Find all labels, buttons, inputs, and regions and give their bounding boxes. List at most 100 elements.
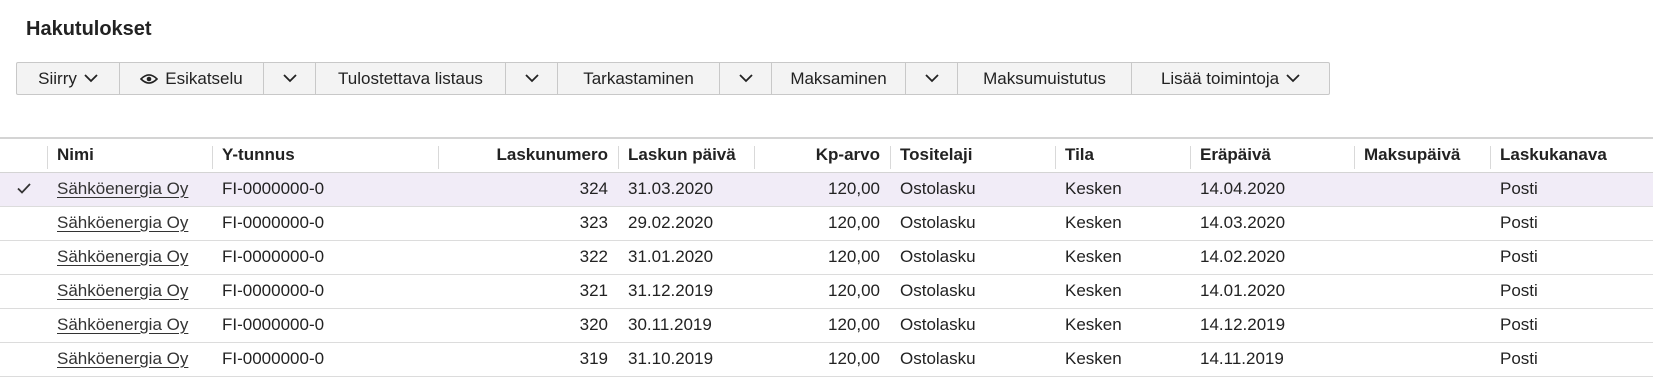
cell-erapaiva: 14.04.2020 bbox=[1190, 172, 1354, 207]
company-link[interactable]: Sähköenergia Oy bbox=[57, 213, 188, 232]
cell-laskunpaiva: 31.12.2019 bbox=[618, 274, 754, 309]
lisaa-toimintoja-button[interactable]: Lisää toimintoja bbox=[1132, 63, 1329, 94]
cell-maksupaiva bbox=[1354, 206, 1490, 241]
cell-laskunumero: 319 bbox=[438, 342, 618, 377]
cell-erapaiva: 14.02.2020 bbox=[1190, 240, 1354, 275]
cell-maksupaiva bbox=[1354, 240, 1490, 275]
cell-nimi: Sähköenergia Oy bbox=[47, 342, 212, 377]
chevron-down-icon bbox=[282, 74, 297, 83]
cell-laskunpaiva: 29.02.2020 bbox=[618, 206, 754, 241]
cell-tila: Kesken bbox=[1055, 342, 1190, 377]
chevron-down-icon bbox=[84, 74, 98, 83]
cell-tila: Kesken bbox=[1055, 240, 1190, 275]
column-header-erapaiva-label: Eräpäivä bbox=[1200, 145, 1271, 165]
tulostettava-dropdown-button[interactable] bbox=[506, 63, 558, 94]
column-header-ytunnus[interactable]: Y-tunnus bbox=[212, 139, 438, 173]
cell-erapaiva: 14.01.2020 bbox=[1190, 274, 1354, 309]
cell-nimi: Sähköenergia Oy bbox=[47, 206, 212, 241]
chevron-down-icon bbox=[924, 74, 939, 83]
cell-laskunumero: 320 bbox=[438, 308, 618, 343]
chevron-down-icon bbox=[738, 74, 753, 83]
table-row[interactable]: Sähköenergia Oy FI-0000000-0 320 30.11.2… bbox=[0, 308, 1653, 343]
cell-kparvo: 120,00 bbox=[754, 308, 890, 343]
cell-laskunumero: 322 bbox=[438, 240, 618, 275]
row-select-cell[interactable] bbox=[0, 342, 47, 377]
company-link[interactable]: Sähköenergia Oy bbox=[57, 281, 188, 300]
row-select-cell[interactable] bbox=[0, 274, 47, 309]
maksaminen-dropdown-button[interactable] bbox=[906, 63, 958, 94]
cell-laskukanava: Posti bbox=[1490, 274, 1653, 309]
cell-laskunpaiva: 30.11.2019 bbox=[618, 308, 754, 343]
tarkastaminen-dropdown-button[interactable] bbox=[720, 63, 772, 94]
column-header-ytunnus-label: Y-tunnus bbox=[222, 145, 295, 165]
column-header-laskunpaiva-label: Laskun päivä bbox=[628, 145, 736, 165]
row-select-cell[interactable] bbox=[0, 240, 47, 275]
cell-kparvo: 120,00 bbox=[754, 172, 890, 207]
cell-laskunumero: 321 bbox=[438, 274, 618, 309]
maksumuistutus-button[interactable]: Maksumuistutus bbox=[958, 63, 1132, 94]
esikatselu-label: Esikatselu bbox=[165, 68, 243, 88]
company-link[interactable]: Sähköenergia Oy bbox=[57, 315, 188, 334]
cell-ytunnus: FI-0000000-0 bbox=[212, 172, 438, 207]
cell-erapaiva: 14.11.2019 bbox=[1190, 342, 1354, 377]
column-header-laskukanava-label: Laskukanava bbox=[1500, 145, 1607, 165]
column-header-nimi[interactable]: Nimi bbox=[47, 139, 212, 173]
table-row[interactable]: Sähköenergia Oy FI-0000000-0 321 31.12.2… bbox=[0, 274, 1653, 309]
row-select-cell[interactable] bbox=[0, 172, 47, 207]
table-row[interactable]: Sähköenergia Oy FI-0000000-0 324 31.03.2… bbox=[0, 172, 1653, 207]
esikatselu-dropdown-button[interactable] bbox=[264, 63, 316, 94]
tarkastaminen-button[interactable]: Tarkastaminen bbox=[558, 63, 720, 94]
company-link[interactable]: Sähköenergia Oy bbox=[57, 179, 188, 198]
column-header-tositelaji-label: Tositelaji bbox=[900, 145, 973, 165]
cell-kparvo: 120,00 bbox=[754, 342, 890, 377]
cell-ytunnus: FI-0000000-0 bbox=[212, 206, 438, 241]
company-link[interactable]: Sähköenergia Oy bbox=[57, 349, 188, 368]
esikatselu-button[interactable]: Esikatselu bbox=[120, 63, 264, 94]
column-header-laskunpaiva[interactable]: Laskun päivä bbox=[618, 139, 754, 173]
row-select-cell[interactable] bbox=[0, 308, 47, 343]
chevron-down-icon bbox=[524, 74, 539, 83]
cell-ytunnus: FI-0000000-0 bbox=[212, 274, 438, 309]
cell-laskunumero: 324 bbox=[438, 172, 618, 207]
cell-tila: Kesken bbox=[1055, 274, 1190, 309]
column-header-maksupaiva-label: Maksupäivä bbox=[1364, 145, 1461, 165]
siirry-button[interactable]: Siirry bbox=[17, 63, 120, 94]
tulostettava-listaus-button[interactable]: Tulostettava listaus bbox=[316, 63, 506, 94]
column-header-kparvo[interactable]: Kp-arvo bbox=[754, 139, 890, 173]
chevron-down-icon bbox=[1286, 74, 1300, 83]
cell-maksupaiva bbox=[1354, 274, 1490, 309]
column-header-tila[interactable]: Tila bbox=[1055, 139, 1190, 173]
cell-ytunnus: FI-0000000-0 bbox=[212, 308, 438, 343]
lisaa-toimintoja-label: Lisää toimintoja bbox=[1160, 68, 1280, 88]
tulostettava-label: Tulostettava listaus bbox=[338, 68, 483, 88]
cell-maksupaiva bbox=[1354, 308, 1490, 343]
table-row[interactable]: Sähköenergia Oy FI-0000000-0 323 29.02.2… bbox=[0, 206, 1653, 241]
table-row[interactable]: Sähköenergia Oy FI-0000000-0 322 31.01.2… bbox=[0, 240, 1653, 275]
cell-laskukanava: Posti bbox=[1490, 342, 1653, 377]
cell-tila: Kesken bbox=[1055, 308, 1190, 343]
maksaminen-button[interactable]: Maksaminen bbox=[772, 63, 906, 94]
cell-maksupaiva bbox=[1354, 172, 1490, 207]
page-title: Hakutulokset bbox=[26, 18, 152, 40]
cell-nimi: Sähköenergia Oy bbox=[47, 274, 212, 309]
maksaminen-label: Maksaminen bbox=[790, 68, 887, 88]
column-header-laskunumero[interactable]: Laskunumero bbox=[438, 139, 618, 173]
cell-laskunumero: 323 bbox=[438, 206, 618, 241]
column-header-maksupaiva[interactable]: Maksupäivä bbox=[1354, 139, 1490, 173]
table-row[interactable]: Sähköenergia Oy FI-0000000-0 319 31.10.2… bbox=[0, 342, 1653, 377]
cell-tositelaji: Ostolasku bbox=[890, 274, 1055, 309]
cell-tositelaji: Ostolasku bbox=[890, 206, 1055, 241]
cell-nimi: Sähköenergia Oy bbox=[47, 240, 212, 275]
company-link[interactable]: Sähköenergia Oy bbox=[57, 247, 188, 266]
maksumuistutus-label: Maksumuistutus bbox=[983, 68, 1106, 88]
cell-erapaiva: 14.03.2020 bbox=[1190, 206, 1354, 241]
column-header-tositelaji[interactable]: Tositelaji bbox=[890, 139, 1055, 173]
cell-laskukanava: Posti bbox=[1490, 206, 1653, 241]
cell-tositelaji: Ostolasku bbox=[890, 172, 1055, 207]
column-header-laskukanava[interactable]: Laskukanava bbox=[1490, 139, 1653, 173]
table-header-row: Nimi Y-tunnus Laskunumero Laskun päivä K… bbox=[0, 139, 1653, 173]
cell-laskunpaiva: 31.03.2020 bbox=[618, 172, 754, 207]
cell-tila: Kesken bbox=[1055, 206, 1190, 241]
column-header-erapaiva[interactable]: Eräpäivä bbox=[1190, 139, 1354, 173]
row-select-cell[interactable] bbox=[0, 206, 47, 241]
